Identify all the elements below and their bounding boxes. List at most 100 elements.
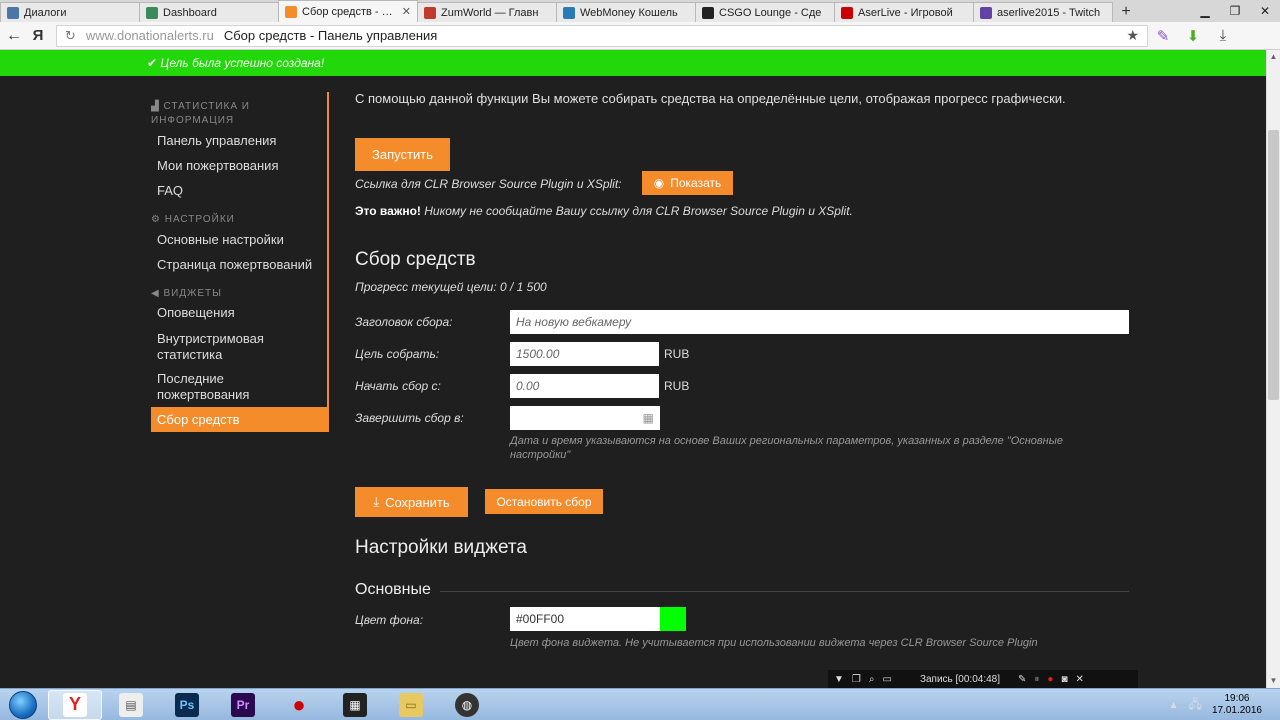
sidebar-item-my-donations[interactable]: Мои пожертвования xyxy=(151,158,327,174)
tab-label: ZumWorld — Главн xyxy=(441,6,539,19)
dropdown-icon[interactable]: ▼ xyxy=(834,674,844,685)
save-button-label: Сохранить xyxy=(385,494,450,510)
vk-icon xyxy=(7,6,19,19)
region-icon[interactable]: ▭ xyxy=(882,674,891,685)
minimize-icon[interactable]: ▁ xyxy=(1190,0,1220,22)
save-button[interactable]: ⤓ Сохранить xyxy=(355,487,468,517)
pen-extension-icon[interactable]: ✎ xyxy=(1148,27,1178,45)
browser-tab[interactable]: ZumWorld — Главн xyxy=(417,2,557,22)
show-link-button[interactable]: ◉ Показать xyxy=(642,171,733,195)
progress-text: Прогресс текущей цели: 0 / 1 500 xyxy=(355,280,547,294)
start-label: Начать сбор с: xyxy=(355,379,441,393)
sidebar-item-donation-page[interactable]: Страница пожертвований xyxy=(151,257,327,273)
browser-tab[interactable]: Dashboard xyxy=(139,2,279,22)
dashboard-icon xyxy=(146,6,158,19)
yandex-icon[interactable]: Я xyxy=(28,27,48,44)
record-icon[interactable]: ● xyxy=(1047,674,1053,685)
network-icon[interactable]: 🖧 xyxy=(1189,695,1202,716)
date-hint: Дата и время указываются на основе Ваших… xyxy=(510,435,1063,461)
title-label: Заголовок сбора: xyxy=(355,315,453,329)
system-tray: ▲ 🖧 19:06 17.01.2016 xyxy=(1169,689,1280,720)
color-swatch[interactable] xyxy=(660,607,686,631)
calendar-icon[interactable]: ▦ xyxy=(643,411,654,425)
tab-label: Сбор средств - Пан xyxy=(302,5,397,18)
intro-text: С помощью данной функции Вы можете собир… xyxy=(355,91,1066,106)
film-icon: ▦ xyxy=(343,692,367,717)
taskbar-app-obs[interactable]: ◍ xyxy=(440,690,494,720)
download-icon: ⤓ xyxy=(373,494,380,509)
recording-label: Запись [00:04:48] xyxy=(919,673,1001,685)
sidebar-item-recent-donations[interactable]: Последние пожертвования xyxy=(151,371,281,403)
browser-tab-active[interactable]: Сбор средств - Пан ✕ xyxy=(278,0,418,22)
section-title-fundraising: Сбор средств xyxy=(355,249,476,270)
sidebar-item-alerts[interactable]: Оповещения xyxy=(151,305,327,321)
sidebar-item-main-settings[interactable]: Основные настройки xyxy=(151,232,327,248)
taskbar-app-notepad[interactable]: ▤ xyxy=(104,690,158,720)
taskbar-app-photoshop[interactable]: Ps xyxy=(160,690,214,720)
reload-icon[interactable]: ↻ xyxy=(65,28,76,44)
twitch-icon xyxy=(980,6,992,19)
window-icon[interactable]: ❐ xyxy=(852,674,861,685)
scrollbar-thumb[interactable] xyxy=(1268,130,1279,400)
url-field[interactable]: ↻ www.donationalerts.ru Сбор средств - П… xyxy=(56,24,1148,47)
taskbar-app-video-editor[interactable]: ▦ xyxy=(328,690,382,720)
url-page-title: Сбор средств - Панель управления xyxy=(223,28,438,43)
camera-icon[interactable]: ◙ xyxy=(1061,674,1067,685)
warning-text: Это важно! Никому не сообщайте Вашу ссыл… xyxy=(355,204,853,218)
close-tab-icon[interactable]: ✕ xyxy=(402,5,411,18)
bar-chart-icon: ▟ xyxy=(151,101,160,112)
start-button[interactable] xyxy=(0,689,46,720)
back-arrow-icon[interactable]: ← xyxy=(0,27,28,45)
close-window-icon[interactable]: ✕ xyxy=(1250,0,1280,22)
success-message: ✔ Цель была успешно создана! xyxy=(147,56,325,70)
taskbar-app-premiere[interactable]: Pr xyxy=(216,690,270,720)
bg-color-hint: Цвет фона виджета. Не учитывается при ис… xyxy=(510,637,1038,649)
scroll-up-icon[interactable]: ▲ xyxy=(1267,50,1280,64)
taskbar-app-explorer[interactable]: ▭ xyxy=(384,690,438,720)
clock[interactable]: 19:06 17.01.2016 xyxy=(1212,693,1262,717)
tab-label: Dashboard xyxy=(163,6,217,19)
maximize-icon[interactable]: ❐ xyxy=(1220,0,1250,22)
bg-color-input[interactable]: #00FF00 xyxy=(510,607,660,631)
show-link-label: Показать xyxy=(670,176,722,190)
close-recorder-icon[interactable]: ✕ xyxy=(1076,674,1084,685)
bookmark-star-icon[interactable]: ★ xyxy=(1126,27,1139,44)
gear-icon: ⚙ xyxy=(151,214,161,225)
tab-label: WebMoney Кошель xyxy=(580,6,678,19)
title-input[interactable]: На новую вебкамеру xyxy=(510,310,1129,334)
tab-label: Диалоги xyxy=(24,6,67,19)
tab-label: CSGO Lounge - Сде xyxy=(719,6,822,19)
browser-tab[interactable]: aserlive2015 - Twitch xyxy=(973,2,1113,22)
stop-fundraising-button[interactable]: Остановить сбор xyxy=(485,489,603,514)
pencil-icon[interactable]: ✎ xyxy=(1018,674,1026,685)
success-notification: ✔ Цель была успешно создана! xyxy=(0,50,1266,76)
end-date-input[interactable]: ▦ xyxy=(510,406,660,430)
show-hidden-icons-icon[interactable]: ▲ xyxy=(1169,700,1179,711)
launch-button[interactable]: Запустить xyxy=(355,138,450,171)
taskbar-app-yandex[interactable]: Y xyxy=(48,689,102,720)
sidebar-item-faq[interactable]: FAQ xyxy=(151,183,327,199)
url-domain: www.donationalerts.ru xyxy=(85,28,214,43)
sidebar-item-dashboard[interactable]: Панель управления xyxy=(151,133,327,149)
scroll-down-icon[interactable]: ▼ xyxy=(1267,674,1280,688)
browser-tab[interactable]: AserLive - Игровой xyxy=(834,2,974,22)
taskbar: Y ▤ Ps Pr ● ▦ ▭ ◍ ▲ 🖧 19:06 17.01.2016 xyxy=(0,688,1280,720)
browser-tab[interactable]: Диалоги xyxy=(0,2,140,22)
new-tab-button[interactable]: + xyxy=(1112,2,1140,22)
downloads-icon[interactable]: ⤓ xyxy=(1208,27,1238,44)
start-input[interactable]: 0.00 xyxy=(510,374,659,398)
goal-input[interactable]: 1500.00 xyxy=(510,342,659,366)
sidebar-item-fundraising[interactable]: Сбор средств xyxy=(151,407,327,432)
windows-orb-icon xyxy=(9,690,37,719)
pause-icon[interactable]: ⏸ xyxy=(1034,674,1039,685)
browser-tab-strip: Диалоги Dashboard Сбор средств - Пан ✕ Z… xyxy=(0,0,1280,22)
browser-tab[interactable]: CSGO Lounge - Сде xyxy=(695,2,835,22)
page-scrollbar[interactable]: ▲ ▼ xyxy=(1266,50,1280,688)
download-extension-icon[interactable]: ⬇ xyxy=(1178,27,1208,45)
zoom-icon[interactable]: ⌕ xyxy=(869,674,875,685)
taskbar-app-recorder[interactable]: ● xyxy=(272,690,326,720)
browser-tab[interactable]: WebMoney Кошель xyxy=(556,2,696,22)
sidebar-item-stream-stats[interactable]: Внутристримовая статистика xyxy=(151,331,301,363)
sidebar-heading-settings: ⚙ Настройки xyxy=(151,213,321,227)
photoshop-icon: Ps xyxy=(175,692,199,717)
